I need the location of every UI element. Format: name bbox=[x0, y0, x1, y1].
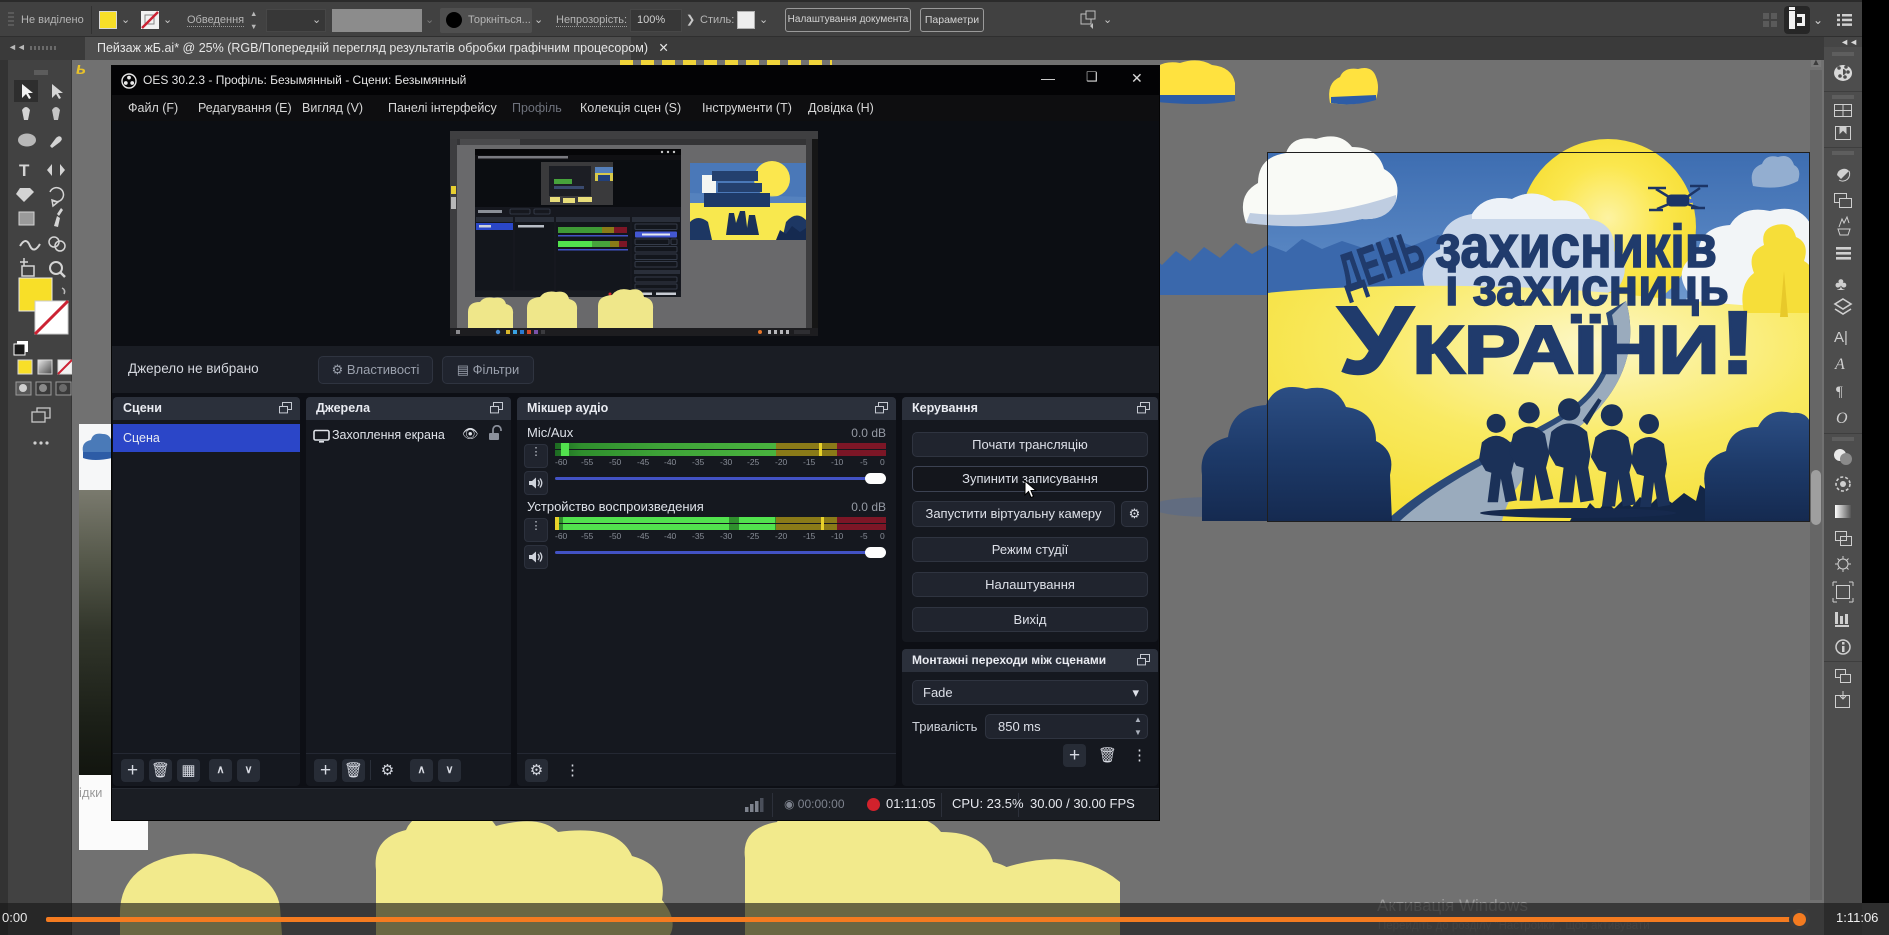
svg-text:O: O bbox=[1836, 410, 1848, 427]
svg-text:A|: A| bbox=[1834, 329, 1848, 346]
svg-text:♣: ♣ bbox=[1835, 274, 1847, 294]
svg-text:¶: ¶ bbox=[1836, 384, 1843, 400]
svg-text:A: A bbox=[1834, 356, 1845, 373]
svg-text:T: T bbox=[19, 161, 30, 180]
svg-text:і захисниць: і захисниць bbox=[1445, 258, 1729, 317]
